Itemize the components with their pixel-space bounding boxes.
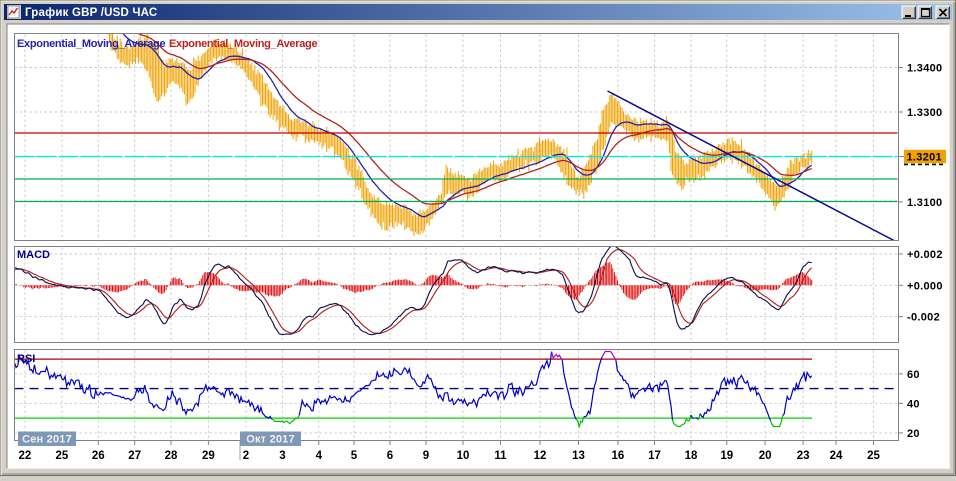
svg-text:20: 20 <box>759 450 772 462</box>
svg-text:1.3400: 1.3400 <box>907 63 942 75</box>
svg-text:19: 19 <box>720 450 733 462</box>
svg-text:MACD: MACD <box>17 249 50 261</box>
svg-text:18: 18 <box>685 450 698 462</box>
svg-text:12: 12 <box>534 450 547 462</box>
svg-text:16: 16 <box>612 450 625 462</box>
svg-text:22: 22 <box>19 450 32 462</box>
svg-text:27: 27 <box>128 450 141 462</box>
svg-text:6: 6 <box>387 450 393 462</box>
svg-text:1.3100: 1.3100 <box>907 197 942 209</box>
svg-text:Exponential_Moving_Average: Exponential_Moving_Average <box>169 38 317 50</box>
svg-text:3: 3 <box>279 450 285 462</box>
svg-text:26: 26 <box>92 450 105 462</box>
svg-text:RSI: RSI <box>17 353 35 365</box>
svg-text:25: 25 <box>867 450 880 462</box>
svg-text:1.3201: 1.3201 <box>907 152 942 164</box>
svg-text:28: 28 <box>165 450 178 462</box>
svg-text:29: 29 <box>202 450 215 462</box>
svg-text:60: 60 <box>907 369 920 381</box>
svg-text:25: 25 <box>56 450 69 462</box>
svg-text:1.3300: 1.3300 <box>907 107 942 119</box>
svg-text:24: 24 <box>830 450 843 462</box>
svg-text:+0.000: +0.000 <box>907 280 943 292</box>
svg-text:Exponential_Moving_Average: Exponential_Moving_Average <box>17 38 165 50</box>
svg-text:5: 5 <box>351 450 358 462</box>
svg-text:Сен 2017: Сен 2017 <box>22 434 72 446</box>
svg-text:23: 23 <box>797 450 810 462</box>
svg-text:11: 11 <box>494 450 507 462</box>
svg-text:4: 4 <box>316 450 323 462</box>
svg-text:9: 9 <box>423 450 429 462</box>
svg-text:2: 2 <box>243 450 249 462</box>
svg-text:40: 40 <box>907 398 920 410</box>
svg-text:17: 17 <box>648 450 661 462</box>
svg-text:+0.002: +0.002 <box>907 249 943 261</box>
svg-text:Окт 2017: Окт 2017 <box>246 434 295 446</box>
svg-text:-0.002: -0.002 <box>907 312 940 324</box>
svg-text:10: 10 <box>457 450 470 462</box>
svg-text:20: 20 <box>907 428 920 440</box>
svg-text:13: 13 <box>572 450 585 462</box>
svg-text:График GBP /USD ЧАС: График GBP /USD ЧАС <box>25 7 157 19</box>
